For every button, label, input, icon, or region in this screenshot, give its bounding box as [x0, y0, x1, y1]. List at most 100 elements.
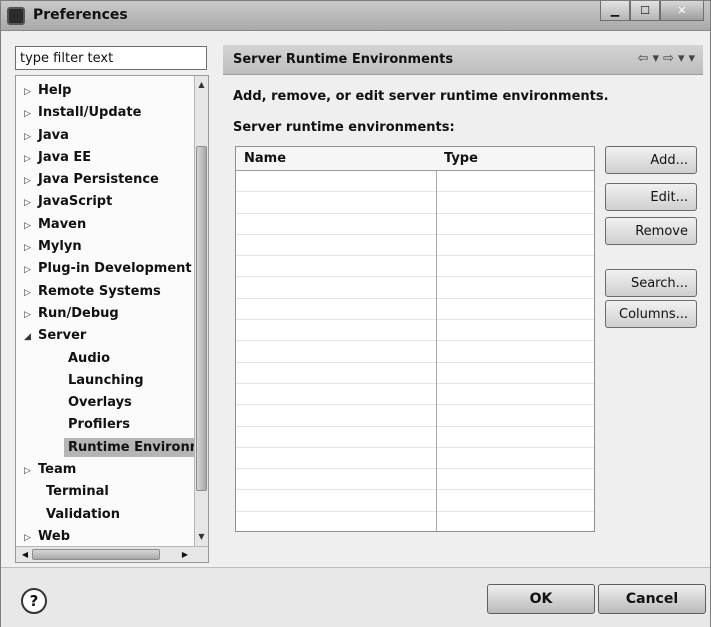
edit-button[interactable]: Edit...	[605, 183, 697, 211]
tree-item-web[interactable]: ▷ Web	[16, 526, 194, 548]
search-button[interactable]: Search...	[605, 269, 697, 297]
expand-icon[interactable]: ▷	[24, 103, 38, 125]
maximize-button[interactable]: ☐	[630, 1, 660, 21]
column-header-type[interactable]: Type	[444, 151, 478, 166]
view-menu-icon[interactable]: ▾	[688, 51, 695, 66]
window-controls: ▁ ☐ ✕	[600, 1, 704, 23]
tree-item-terminal[interactable]: Terminal	[16, 481, 194, 503]
page-description: Add, remove, or edit server runtime envi…	[233, 89, 609, 104]
window-title: Preferences	[33, 7, 128, 23]
column-header-name[interactable]: Name	[244, 151, 286, 166]
table-row	[236, 512, 594, 531]
expand-icon[interactable]: ▷	[24, 170, 38, 192]
tree-horizontal-scrollbar[interactable]: ◀ ▶	[16, 546, 208, 562]
tree-item-server[interactable]: ◢ Server	[16, 325, 194, 347]
tree-item-java[interactable]: ▷ Java	[16, 125, 194, 147]
table-row	[236, 192, 594, 214]
scroll-thumb[interactable]	[196, 146, 207, 491]
expand-icon[interactable]: ▷	[24, 237, 38, 259]
expand-icon[interactable]: ▷	[24, 192, 38, 214]
tree-item-install-update[interactable]: ▷ Install/Update	[16, 102, 194, 124]
tree-item-label: Web	[38, 528, 70, 544]
tree-item-label: Help	[38, 83, 72, 98]
back-arrow-icon[interactable]: ⇦	[638, 51, 649, 66]
tree-item-label: Java	[38, 127, 69, 143]
expand-icon[interactable]: ▷	[24, 148, 38, 170]
close-icon: ✕	[677, 4, 687, 17]
tree-item-label: Terminal	[46, 484, 109, 500]
table-row	[236, 320, 594, 342]
tree-vertical-scrollbar[interactable]: ▲ ▼	[194, 76, 208, 546]
tree-item-label: Java EE	[38, 149, 92, 165]
tree-item-help[interactable]: ▷ Help	[16, 80, 194, 102]
dialog-button-bar: ? OK Cancel	[1, 567, 710, 627]
table-row	[236, 384, 594, 406]
title-bar: Preferences ▁ ☐ ✕	[1, 1, 710, 31]
remove-button[interactable]: Remove	[605, 217, 697, 245]
tree-item-remote-systems[interactable]: ▷ Remote Systems	[16, 281, 194, 303]
expand-icon[interactable]: ▷	[24, 126, 38, 148]
tree-item-label: Run/Debug	[38, 305, 119, 321]
filter-input[interactable]	[15, 46, 207, 70]
scroll-left-icon[interactable]: ◀	[18, 547, 32, 562]
back-dropdown-icon[interactable]: ▾	[653, 51, 660, 66]
expand-icon[interactable]: ▷	[24, 259, 38, 281]
tree-item-mylyn[interactable]: ▷ Mylyn	[16, 236, 194, 258]
maximize-icon: ☐	[640, 4, 650, 17]
expand-icon[interactable]: ▷	[24, 282, 38, 304]
tree-item-label: Mylyn	[38, 239, 82, 255]
table-row	[236, 214, 594, 235]
tree-item-server-audio[interactable]: Audio	[16, 348, 194, 370]
tree-item-java-ee[interactable]: ▷ Java EE	[16, 147, 194, 169]
column-divider	[436, 147, 437, 531]
tree-item-plugin-development[interactable]: ▷ Plug-in Development	[16, 258, 194, 280]
tree-item-team[interactable]: ▷ Team	[16, 459, 194, 481]
table-row	[236, 448, 594, 470]
close-button[interactable]: ✕	[660, 1, 704, 21]
cancel-button[interactable]: Cancel	[598, 584, 706, 614]
tree-item-server-runtime-environments[interactable]: Runtime Environm	[16, 437, 208, 459]
tree-item-label: Audio	[68, 350, 111, 366]
table-row	[236, 363, 594, 384]
table-row	[236, 235, 594, 257]
scroll-right-icon[interactable]: ▶	[178, 547, 192, 562]
collapse-icon[interactable]: ◢	[24, 326, 38, 348]
expand-icon[interactable]: ▷	[24, 304, 38, 326]
help-icon[interactable]: ?	[21, 588, 47, 614]
tree-item-label: Remote Systems	[38, 283, 161, 299]
tree-item-label: Install/Update	[38, 105, 142, 121]
tree-item-server-overlays[interactable]: Overlays	[16, 392, 194, 414]
runtime-environments-table[interactable]: Name Type	[235, 146, 595, 532]
table-row	[236, 427, 594, 448]
tree-item-server-launching[interactable]: Launching	[16, 370, 194, 392]
minimize-button[interactable]: ▁	[600, 1, 630, 21]
tree-item-server-profilers[interactable]: Profilers	[16, 414, 194, 436]
scroll-down-icon[interactable]: ▼	[195, 530, 208, 544]
history-nav: ⇦ ▾ ⇨ ▾ ▾	[638, 51, 695, 66]
tree-item-maven[interactable]: ▷ Maven	[16, 214, 194, 236]
page-header: Server Runtime Environments ⇦ ▾ ⇨ ▾ ▾	[223, 45, 703, 75]
add-button[interactable]: Add...	[605, 146, 697, 174]
table-label: Server runtime environments:	[233, 120, 455, 135]
scroll-up-icon[interactable]: ▲	[195, 78, 208, 92]
preferences-tree[interactable]: ▷ Help ▷ Install/Update ▷ Java ▷ Java EE ▷ Ja…	[15, 75, 209, 563]
expand-icon[interactable]: ▷	[24, 81, 38, 103]
tree-item-label: Runtime Environm	[64, 437, 208, 457]
tree-item-javascript[interactable]: ▷ JavaScript	[16, 191, 194, 213]
expand-icon[interactable]: ▷	[24, 215, 38, 237]
ok-button[interactable]: OK	[487, 584, 595, 614]
tree-item-run-debug[interactable]: ▷ Run/Debug	[16, 303, 194, 325]
table-row	[236, 341, 594, 363]
scroll-thumb[interactable]	[32, 549, 160, 560]
eclipse-app-icon	[7, 7, 25, 25]
table-row	[236, 469, 594, 491]
forward-arrow-icon[interactable]: ⇨	[663, 51, 674, 66]
forward-dropdown-icon[interactable]: ▾	[678, 51, 685, 66]
tree-item-label: Validation	[46, 506, 120, 522]
expand-icon[interactable]: ▷	[24, 460, 38, 482]
minimize-icon: ▁	[610, 4, 620, 17]
tree-item-java-persistence[interactable]: ▷ Java Persistence	[16, 169, 194, 191]
tree-item-validation[interactable]: Validation	[16, 504, 194, 526]
columns-button[interactable]: Columns...	[605, 300, 697, 328]
preferences-dialog: Preferences ▁ ☐ ✕ ▷Help ▷Install/Update …	[0, 0, 711, 627]
